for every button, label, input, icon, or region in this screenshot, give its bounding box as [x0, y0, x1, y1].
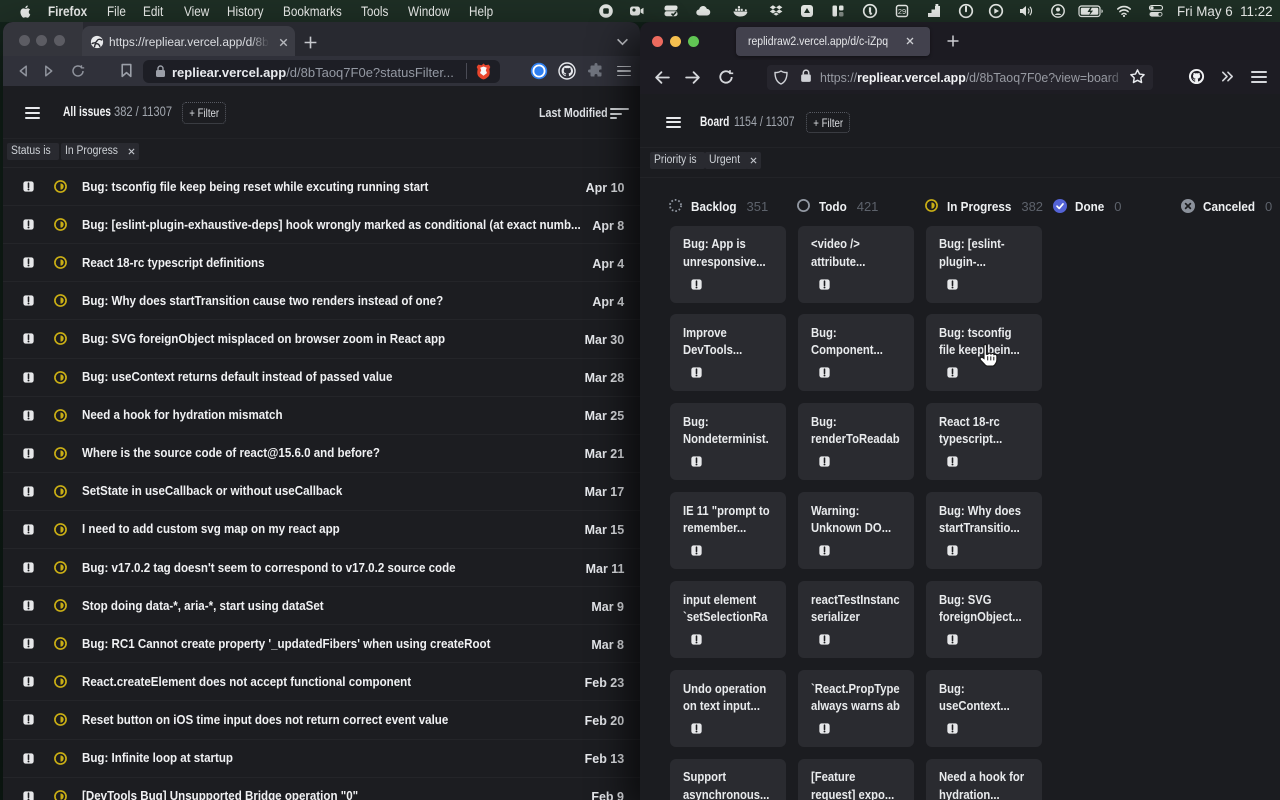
svg-text:29: 29	[898, 7, 906, 16]
